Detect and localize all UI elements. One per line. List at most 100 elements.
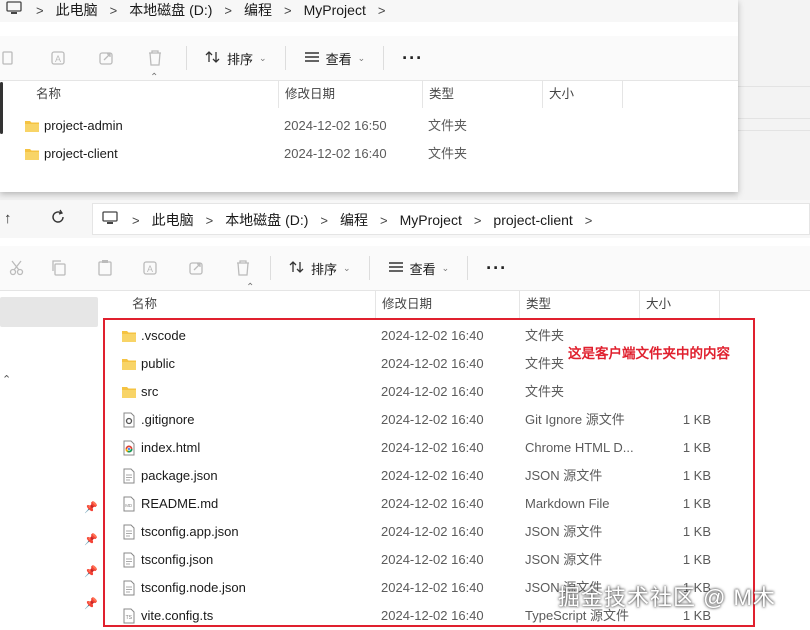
rename-icon[interactable]: A [42, 43, 76, 73]
breadcrumb-item[interactable]: 本地磁盘 (D:) [121, 0, 220, 20]
file-icon [121, 524, 137, 540]
file-date: 2024-12-02 16:40 [381, 608, 484, 623]
file-name: .gitignore [141, 412, 195, 427]
chevron-right-icon: > [584, 212, 593, 228]
list-item[interactable]: package.json 2024-12-02 16:40 JSON 源文件 1 KB [100, 462, 810, 490]
view-label: 查看 [325, 51, 352, 67]
breadcrumb-item[interactable]: 编程 [236, 0, 280, 20]
file-date: 2024-12-02 16:40 [381, 524, 484, 539]
svg-text:MD: MD [125, 503, 133, 508]
chevron-right-icon: > [320, 212, 328, 228]
list-item[interactable]: src 2024-12-02 16:40 文件夹 [100, 378, 810, 406]
breadcrumb-item[interactable]: MyProject [392, 212, 470, 228]
delete-icon[interactable] [138, 43, 172, 73]
file-name: tsconfig.app.json [141, 524, 239, 539]
pin-icon: 📌 [84, 534, 98, 546]
folder-icon [24, 118, 40, 134]
chevron-right-icon: > [224, 2, 232, 18]
view-button[interactable]: 查看 ⌄ [378, 253, 460, 283]
file-name: project-client [44, 146, 118, 161]
breadcrumb-item[interactable]: 编程 [332, 210, 376, 230]
folder-icon [121, 384, 137, 400]
explorer-window-myproject: > 此电脑 > 本地磁盘 (D:) > 编程 > MyProject > A 排… [0, 0, 738, 192]
pin-icon: 📌 [84, 598, 98, 610]
rename-icon[interactable]: A [134, 253, 168, 283]
pin-icon: 📌 [84, 502, 98, 514]
list-item[interactable]: project-client 2024-12-02 16:40 文件夹 [0, 140, 738, 168]
file-name: index.html [141, 440, 201, 455]
chevron-up-icon[interactable]: ⌃ [2, 373, 11, 386]
file-name: vite.config.ts [141, 608, 214, 623]
file-name: .vscode [141, 328, 186, 343]
folder-icon [24, 146, 40, 162]
list-item[interactable]: project-admin 2024-12-02 16:50 文件夹 [0, 112, 738, 140]
column-type[interactable]: 类型 [422, 80, 542, 108]
file-date: 2024-12-02 16:40 [381, 440, 484, 455]
column-modified[interactable]: 修改日期 [278, 80, 422, 108]
ts-file-icon: TS [121, 608, 137, 624]
sort-label: 排序 [227, 51, 254, 67]
breadcrumb-item[interactable]: 本地磁盘 (D:) [217, 210, 316, 230]
file-date: 2024-12-02 16:40 [381, 580, 484, 595]
file-size: 1 KB [682, 552, 711, 567]
list-item[interactable]: .gitignore 2024-12-02 16:40 Git Ignore 源文件… [100, 406, 810, 434]
computer-icon [102, 211, 118, 228]
breadcrumb-item[interactable]: 此电脑 [48, 0, 106, 20]
column-size[interactable]: 大小 [542, 80, 622, 108]
share-icon[interactable] [180, 253, 214, 283]
file-name: tsconfig.json [141, 552, 214, 567]
copy-icon[interactable] [0, 43, 20, 73]
file-date: 2024-12-02 16:50 [284, 118, 387, 133]
folder-icon [121, 356, 137, 372]
cut-icon[interactable] [0, 253, 34, 283]
share-icon[interactable] [90, 43, 124, 73]
chevron-down-icon: ⌄ [343, 262, 351, 273]
chevron-right-icon: > [380, 212, 388, 228]
column-name[interactable]: 名称 [126, 290, 374, 318]
more-options-button[interactable]: ··· [476, 258, 517, 279]
breadcrumb-item[interactable]: MyProject [296, 2, 374, 18]
chevron-right-icon: > [109, 2, 118, 18]
list-item[interactable]: tsconfig.json 2024-12-02 16:40 JSON 源文件 1 K… [100, 546, 810, 574]
column-size[interactable]: 大小 [639, 290, 719, 318]
view-button[interactable]: 查看 ⌄ [294, 43, 376, 73]
chevron-down-icon: ⌄ [441, 262, 450, 273]
sort-icon [205, 50, 221, 67]
list-item[interactable]: tsconfig.app.json 2024-12-02 16:40 JSON 源文… [100, 518, 810, 546]
nav-selected-item[interactable] [0, 297, 98, 327]
svg-text:A: A [147, 264, 153, 274]
address-bar[interactable]: > 此电脑 > 本地磁盘 (D:) > 编程 > MyProject > [0, 0, 738, 22]
column-name[interactable]: 名称 [30, 80, 276, 108]
file-name: tsconfig.node.json [141, 580, 246, 595]
command-bar: A 排序 ⌄ 查看 ⌄ ··· [0, 246, 810, 291]
up-arrow-icon[interactable]: ↑ [4, 210, 12, 227]
refresh-icon[interactable] [50, 209, 66, 228]
column-modified[interactable]: 修改日期 [375, 290, 519, 318]
delete-icon[interactable] [226, 253, 260, 283]
copy-icon[interactable] [42, 253, 76, 283]
navigation-pane: ⌃ 📌 📌 📌 📌 [0, 295, 100, 630]
file-date: 2024-12-02 16:40 [381, 468, 484, 483]
command-bar: A 排序 ⌄ 查看 ⌄ ··· [0, 36, 738, 81]
file-type: JSON 源文件 [525, 468, 603, 483]
paste-icon[interactable] [88, 253, 122, 283]
file-date: 2024-12-02 16:40 [381, 496, 484, 511]
sort-button[interactable]: 排序 ⌄ [195, 43, 277, 73]
file-name: project-admin [44, 118, 123, 133]
more-options-button[interactable]: ··· [392, 48, 433, 69]
breadcrumb-item[interactable]: 此电脑 [144, 210, 202, 230]
computer-icon [6, 1, 22, 18]
file-name: README.md [141, 496, 219, 511]
column-type[interactable]: 类型 [519, 290, 639, 318]
file-icon [121, 580, 137, 596]
file-type: Markdown File [525, 496, 610, 511]
file-icon [121, 468, 137, 484]
file-type: JSON 源文件 [525, 524, 603, 539]
sort-button[interactable]: 排序 ⌄ [279, 253, 361, 283]
view-label: 查看 [409, 261, 436, 277]
breadcrumb-item[interactable]: project-client [485, 212, 580, 228]
list-item[interactable]: MD README.md 2024-12-02 16:40 Markdown File… [100, 490, 810, 518]
chrome-icon [121, 440, 137, 456]
watermark: 掘金技术社区 @ M木 [558, 585, 776, 610]
list-item[interactable]: index.html 2024-12-02 16:40 Chrome HTML D.… [100, 434, 810, 462]
